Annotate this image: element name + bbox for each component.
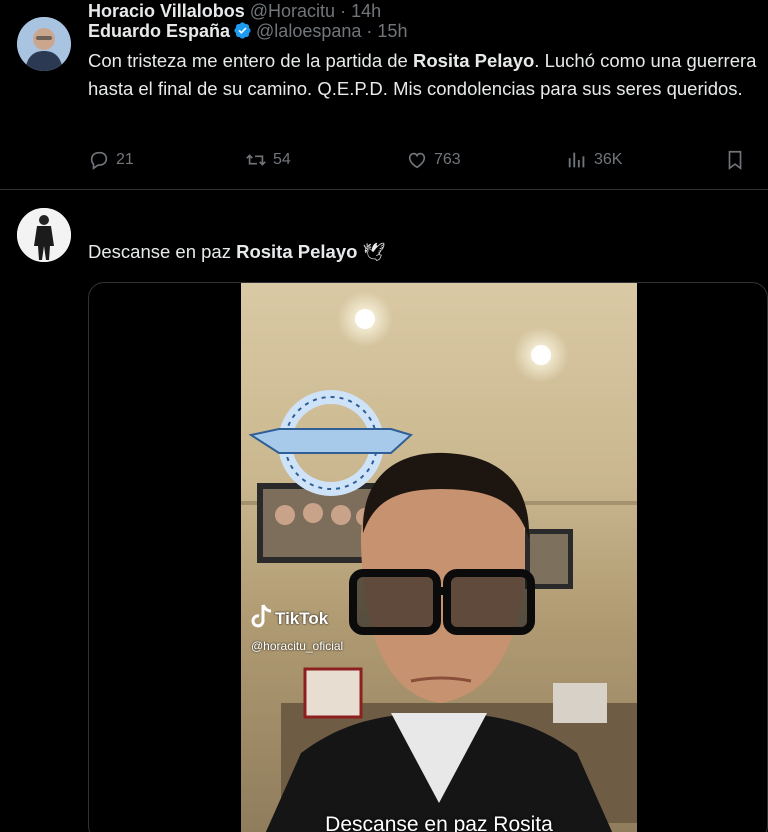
like-icon (408, 152, 426, 169)
hashtag-mention[interactable]: Rosita Pelayo (236, 241, 357, 262)
separator-dot: · (340, 1, 347, 21)
reply-icon (90, 151, 108, 170)
tweet[interactable]: Eduardo España @laloespana · 15h Con tris… (0, 0, 768, 190)
tweet-actions: 21 54 763 36K (88, 147, 758, 173)
tweet-header: Horacio Villalobos @Horacitu · 14h (88, 0, 381, 22)
video-still (241, 291, 637, 832)
timestamp[interactable]: 15h (377, 21, 407, 41)
repost-button[interactable]: 54 (245, 147, 291, 173)
repost-icon (246, 154, 266, 166)
author-name[interactable]: Eduardo España (88, 21, 230, 41)
like-count: 763 (434, 151, 461, 168)
avatar[interactable] (17, 17, 71, 71)
tweet-text-part: Con tristeza me entero de la partida de (88, 50, 413, 71)
tweet-text: Descanse en paz Rosita Pelayo 🕊 (88, 238, 385, 267)
avatar[interactable] (17, 208, 71, 262)
dove-emoji: 🕊 (362, 242, 386, 262)
tiktok-username: @horacitu_oficial (251, 639, 344, 653)
separator-dot: · (366, 21, 373, 41)
views-icon (568, 152, 585, 168)
video-caption: Descanse en paz Rosita (325, 813, 553, 832)
video-frame[interactable]: TikTok @horacitu_oficial Descanse en paz… (241, 283, 637, 832)
view-count: 36K (594, 151, 623, 168)
avatar-photo (17, 17, 71, 71)
repost-count: 54 (273, 151, 291, 168)
views-button[interactable]: 36K (566, 147, 622, 173)
reply-button[interactable]: 21 (88, 147, 134, 173)
bookmark-icon (728, 150, 742, 170)
tweet-text-part: Descanse en paz (88, 241, 237, 262)
avatar-photo (17, 208, 71, 262)
tweet-text: Con tristeza me entero de la partida de … (88, 47, 758, 102)
timestamp[interactable]: 14h (351, 1, 381, 21)
tiktok-logo-icon (251, 604, 272, 628)
video-player[interactable]: TikTok @horacitu_oficial Descanse en paz… (88, 282, 768, 832)
like-button[interactable]: 763 (406, 147, 461, 173)
author-handle[interactable]: @laloespana (256, 21, 361, 41)
reply-count: 21 (116, 151, 134, 168)
author-name[interactable]: Horacio Villalobos (88, 1, 245, 21)
tweet-header: Eduardo España @laloespana · 15h (88, 20, 407, 42)
bookmark-button[interactable] (724, 147, 746, 173)
verified-badge-icon (234, 22, 251, 39)
author-handle[interactable]: @Horacitu (250, 1, 335, 21)
tiktok-watermark: TikTok (275, 609, 329, 628)
hashtag-mention[interactable]: Rosita Pelayo (413, 50, 534, 71)
